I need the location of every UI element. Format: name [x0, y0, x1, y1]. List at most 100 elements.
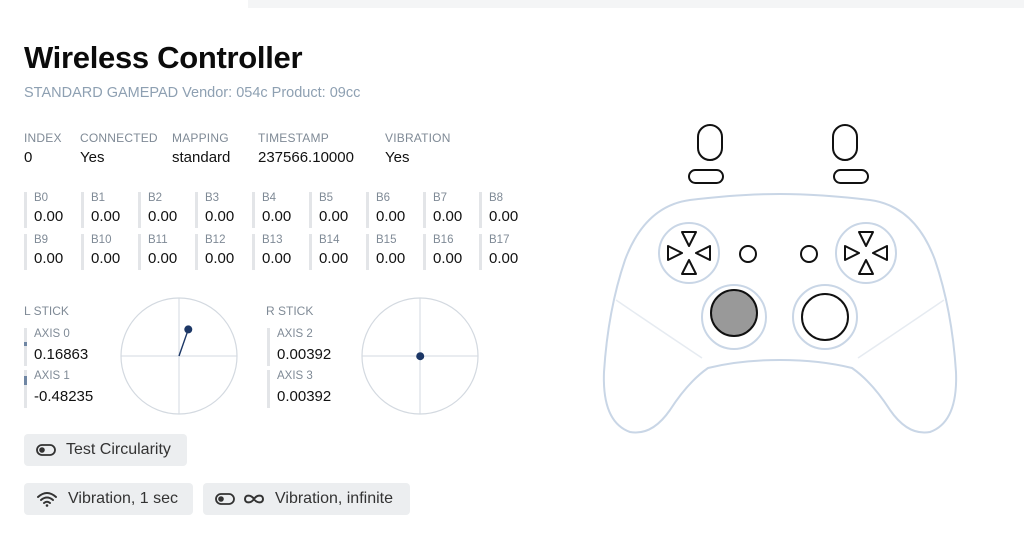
button-cell-b15: B15 0.00: [366, 234, 416, 270]
info-value: Yes: [80, 149, 105, 166]
button-value: 0.00: [34, 250, 64, 267]
left-bumper: [688, 169, 724, 184]
axis-label: AXIS 1: [34, 370, 70, 382]
right-bumper: [833, 169, 869, 184]
axis-label: AXIS 2: [277, 328, 313, 340]
dpad-up: [681, 231, 697, 247]
infinity-icon: [243, 493, 265, 505]
button-cell-b8: B8 0.00: [479, 192, 529, 228]
dpad-left: [667, 245, 683, 261]
axis-2-cell: AXIS 2 0.00392: [267, 328, 347, 366]
vibration-infinite-toggle[interactable]: Vibration, infinite: [203, 483, 410, 515]
vibration-1sec-label: Vibration, 1 sec: [68, 490, 178, 507]
button-cell-b1: B1 0.00: [81, 192, 131, 228]
gamepad-diagram: [602, 124, 958, 434]
button-label: B2: [148, 192, 163, 204]
button-cell-b13: B13 0.00: [252, 234, 302, 270]
gamepad-grip-line-right: [857, 299, 945, 359]
axis-0-bar: [24, 342, 27, 346]
button-label: B13: [262, 234, 283, 246]
info-value: 237566.10000: [258, 149, 354, 166]
button-cell-b2: B2 0.00: [138, 192, 188, 228]
start-button: [800, 245, 818, 263]
axis-label: AXIS 3: [277, 370, 313, 382]
button-value: 0.00: [319, 250, 349, 267]
info-label: CONNECTED: [80, 131, 158, 145]
button-value: 0.00: [433, 208, 463, 225]
left-trigger: [697, 124, 723, 161]
button-value: 0.00: [262, 250, 292, 267]
button-value: 0.00: [148, 250, 178, 267]
vibration-infinite-label: Vibration, infinite: [275, 490, 393, 507]
dpad: [667, 231, 711, 275]
button-label: B1: [91, 192, 106, 204]
axis-3-cell: AXIS 3 0.00392: [267, 370, 347, 408]
face-button-bottom: [858, 259, 874, 275]
button-cell-b14: B14 0.00: [309, 234, 359, 270]
button-label: B7: [433, 192, 448, 204]
right-stick-dot: [416, 352, 425, 361]
gamepad-body-outline: [602, 192, 958, 434]
dpad-down: [681, 259, 697, 275]
button-cell-b3: B3 0.00: [195, 192, 245, 228]
info-connected: CONNECTED Yes: [80, 131, 158, 166]
button-value: 0.00: [205, 250, 235, 267]
button-value: 0.00: [34, 208, 64, 225]
axis-value: 0.00392: [277, 346, 332, 363]
axis-label: AXIS 0: [34, 328, 70, 340]
right-stick-label: R STICK: [266, 304, 314, 318]
left-stick-cap: [710, 289, 758, 337]
button-value: 0.00: [376, 208, 406, 225]
axis-0-cell: AXIS 0 0.16863: [24, 328, 104, 366]
button-label: B17: [489, 234, 510, 246]
button-label: B6: [376, 192, 391, 204]
axis-1-cell: AXIS 1 -0.48235: [24, 370, 104, 408]
face-button-top: [858, 231, 874, 247]
info-value: Yes: [385, 149, 410, 166]
toggle-icon: [36, 444, 56, 456]
button-value: 0.00: [319, 208, 349, 225]
axis-1-bar: [24, 376, 27, 385]
info-label: INDEX: [24, 131, 62, 145]
left-stick-dot: [184, 325, 193, 334]
device-subtitle: STANDARD GAMEPAD Vendor: 054c Product: 0…: [24, 85, 361, 101]
info-mapping: MAPPING standard: [172, 131, 230, 166]
button-cell-b10: B10 0.00: [81, 234, 131, 270]
select-button: [739, 245, 757, 263]
button-label: B5: [319, 192, 334, 204]
button-label: B16: [433, 234, 454, 246]
button-cell-b9: B9 0.00: [24, 234, 74, 270]
info-label: VIBRATION: [385, 131, 451, 145]
face-button-right: [872, 245, 888, 261]
button-cell-b17: B17 0.00: [479, 234, 529, 270]
wifi-icon: [36, 491, 58, 507]
button-value: 0.00: [376, 250, 406, 267]
toggle-icon: [215, 493, 235, 505]
button-label: B12: [205, 234, 226, 246]
test-circularity-toggle[interactable]: Test Circularity: [24, 434, 187, 466]
button-label: B11: [148, 234, 168, 246]
vibration-1sec-button[interactable]: Vibration, 1 sec: [24, 483, 193, 515]
info-value: 0: [24, 149, 33, 166]
button-cell-b4: B4 0.00: [252, 192, 302, 228]
gamepad-grip-line-left: [615, 299, 703, 359]
button-cell-b7: B7 0.00: [423, 192, 473, 228]
button-value: 0.00: [205, 208, 235, 225]
button-value: 0.00: [91, 250, 121, 267]
info-value: standard: [172, 149, 231, 166]
button-label: B8: [489, 192, 504, 204]
button-value: 0.00: [489, 250, 519, 267]
info-vibration: VIBRATION Yes: [385, 131, 451, 166]
info-label: MAPPING: [172, 131, 229, 145]
left-stick-label: L STICK: [24, 304, 69, 318]
button-label: B10: [91, 234, 112, 246]
button-value: 0.00: [262, 208, 292, 225]
left-stick-visualizer: [120, 297, 238, 415]
axis-value: 0.00392: [277, 388, 332, 405]
axis-value: 0.16863: [34, 346, 89, 363]
info-timestamp: TIMESTAMP 237566.10000: [258, 131, 354, 166]
dpad-right: [695, 245, 711, 261]
button-label: B9: [34, 234, 49, 246]
button-cell-b11: B11 0.00: [138, 234, 188, 270]
button-cell-b12: B12 0.00: [195, 234, 245, 270]
